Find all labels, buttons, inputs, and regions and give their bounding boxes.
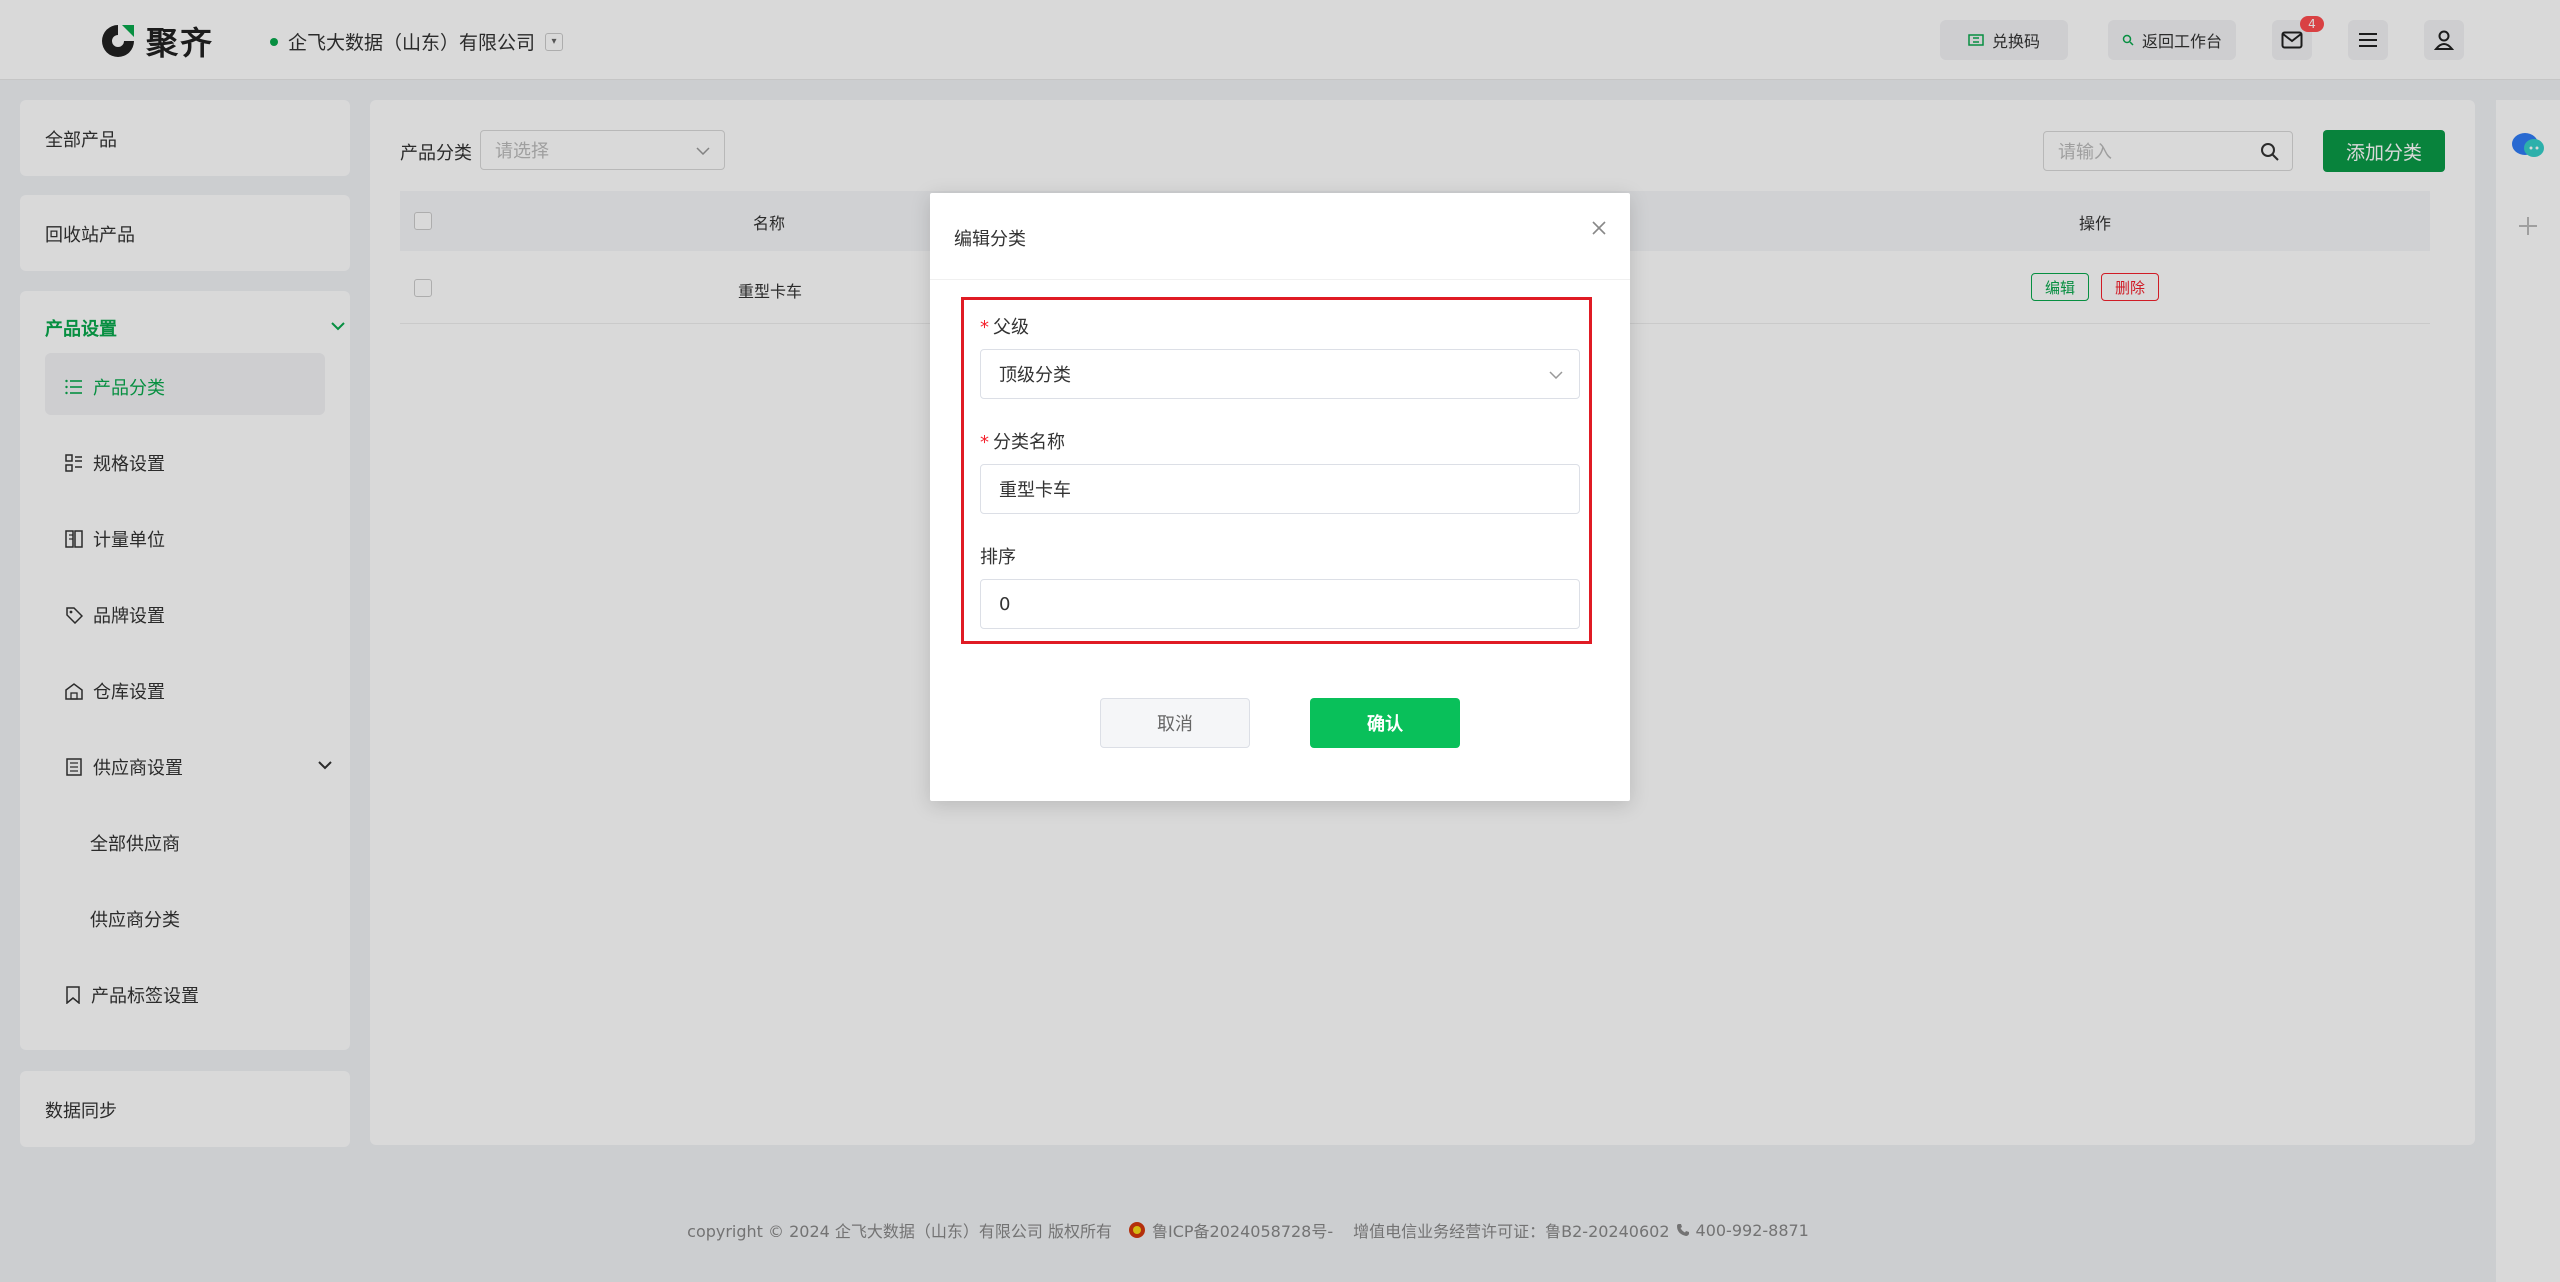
chevron-down-icon: [1549, 371, 1563, 379]
required-mark: *: [980, 317, 989, 338]
dialog-header-divider: [930, 279, 1630, 280]
category-name-value: 重型卡车: [999, 480, 1071, 501]
sort-value: 0: [999, 593, 1011, 615]
sort-input[interactable]: 0: [980, 579, 1580, 629]
category-name-input[interactable]: 重型卡车: [980, 464, 1580, 514]
parent-label: * 父级: [980, 313, 1029, 339]
category-name-label: * 分类名称: [980, 428, 1065, 454]
sort-label-text: 排序: [980, 547, 1016, 568]
dialog-title: 编辑分类: [954, 229, 1026, 250]
parent-label-text: 父级: [993, 317, 1029, 338]
parent-select-value: 顶级分类: [999, 365, 1071, 386]
parent-select[interactable]: 顶级分类: [980, 349, 1580, 399]
category-name-label-text: 分类名称: [993, 432, 1065, 453]
sort-label: 排序: [980, 543, 1016, 569]
required-mark: *: [980, 432, 989, 453]
close-icon[interactable]: [1588, 217, 1610, 239]
cancel-button[interactable]: 取消: [1100, 698, 1250, 748]
edit-category-dialog: 编辑分类 * 父级 顶级分类 * 分类名称 重型卡车 排序 0 取消 确认: [930, 193, 1630, 801]
confirm-button[interactable]: 确认: [1310, 698, 1460, 748]
